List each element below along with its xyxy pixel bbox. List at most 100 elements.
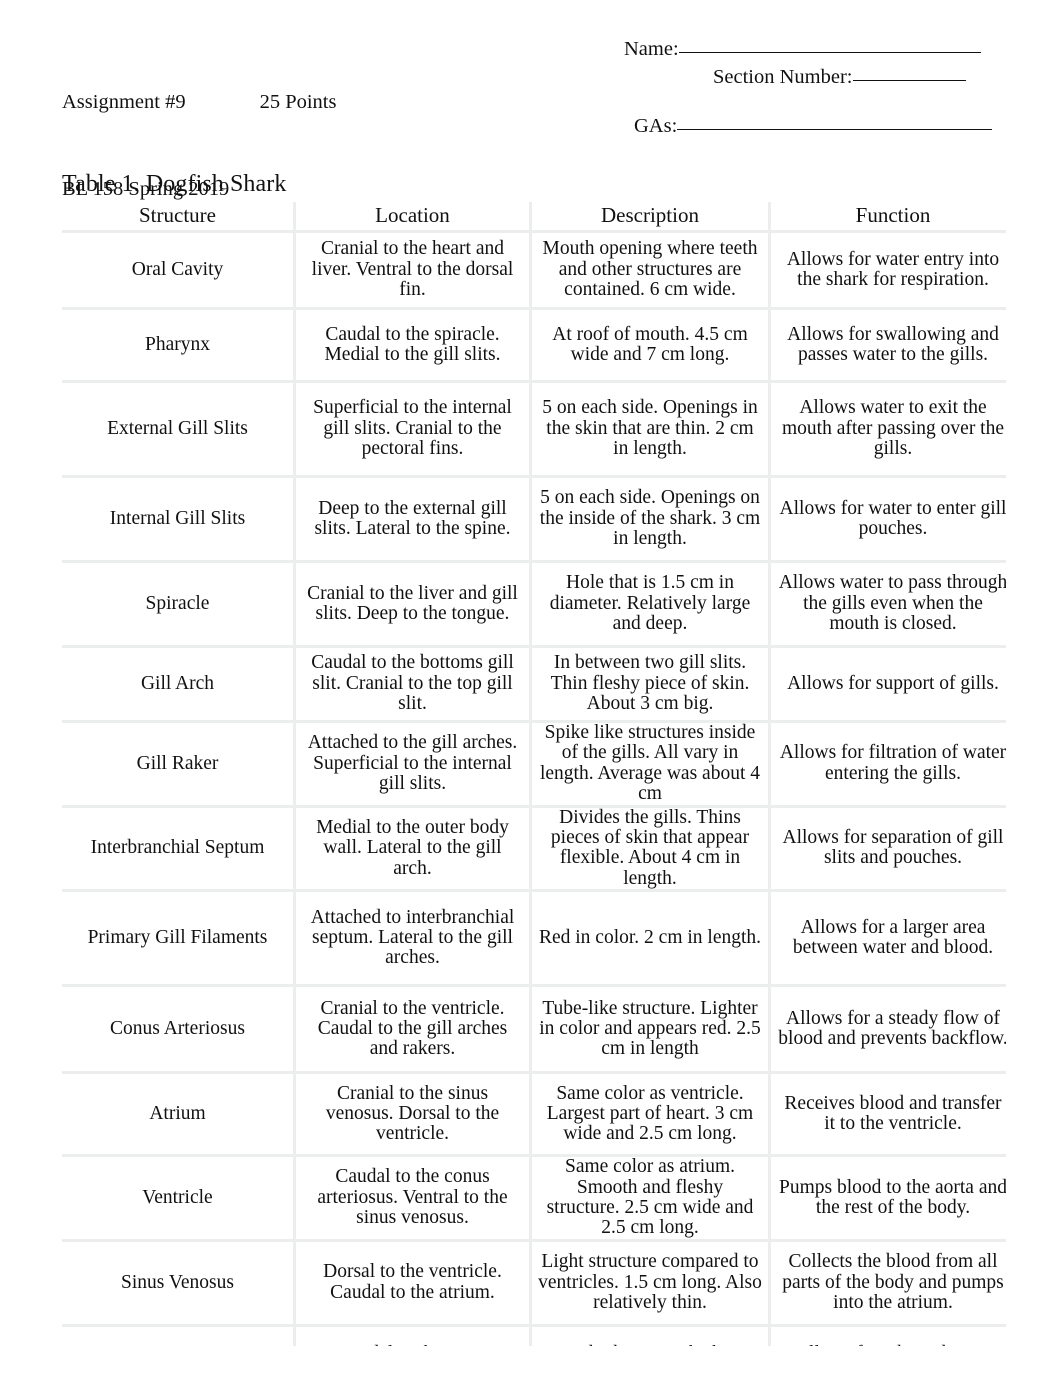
description-text: Same color as ventricle. Largest part of… [546,1082,754,1145]
location-text: Cranial to the sinus venosus. Dorsal to … [325,1082,500,1145]
cell-location: Caudal to the conus arteriosus. Ventral … [296,1157,529,1239]
cell-location: Dorsal to the ventricle. Caudal to the a… [296,1241,529,1324]
function-text: Pumps blood to the aorta and the rest of… [778,1176,1006,1219]
location-text: Caudal to the bottoms gill slit. Cranial… [311,652,514,715]
description-text: Divides the gills. Thins pieces of skin … [550,806,750,889]
section-number-input-rule[interactable] [852,80,966,81]
cell-function: Allows for a boundary to prevent water e… [771,1326,1006,1346]
cell-location: Caudal to the sinus venosus. Dorsal to t… [296,1326,529,1346]
document-page: Assignment #9 25 Points BL 158 Spring 201… [0,0,1062,1377]
cell-function: Allows water to exit the mouth after pas… [771,383,1006,475]
name-input-rule[interactable] [678,52,981,53]
gas-input-rule[interactable] [677,129,993,130]
description-text: Mouth opening where teeth and other stru… [542,238,758,301]
cell-structure: Interbranchial Septum [62,807,293,890]
cell-function: Receives blood and transfer it to the ve… [771,1074,1006,1155]
structure-text: Pharynx [145,333,210,355]
function-text: Allows for support of gills. [787,672,999,694]
function-text: Collects the blood from all parts of the… [782,1251,1004,1314]
cell-structure: Primary Gill Filaments [62,892,293,985]
assignment-label: Assignment #9 [62,91,186,113]
gas-field-group: GAs: [634,113,993,139]
points-label: 25 Points [259,91,337,113]
description-text: Hole that is 1.5 cm in diameter. Relativ… [549,572,751,635]
cell-structure: Gill Arch [62,648,293,720]
location-text: Superficial to the internal gill slits. … [313,397,512,460]
description-text: Divider between the heart and the body. [538,1344,762,1346]
dogfish-shark-table: Structure Location Description Function … [62,202,1006,1346]
cell-structure: Spiracle [62,563,293,645]
column-header-structure: Structure [62,202,293,230]
cell-function: Allows for a larger area between water a… [771,892,1006,985]
column-header-location: Location [296,202,529,230]
cell-function: Allows for swallowing and passes water t… [771,310,1006,380]
table-row: Conus Arteriosus Cranial to the ventricl… [62,987,1006,1072]
table-row: Gill Raker Attached to the gill arches. … [62,722,1006,805]
cell-function: Allows water to pass through the gills e… [771,563,1006,645]
cell-description: Light structure compared to ventricles. … [532,1241,768,1324]
table-body: Oral Cavity Cranial to the heart and liv… [62,233,1006,1346]
cell-function: Allows for filtration of water entering … [771,723,1006,805]
cell-function: Allows for a steady flow of blood and pr… [771,987,1006,1072]
location-text: Medial to the outer body wall. Lateral t… [316,816,509,879]
cell-description: In between two gill slits. Thin fleshy p… [532,648,768,720]
description-text: Light structure compared to ventricles. … [538,1251,762,1314]
function-text: Allows water to pass through the gills e… [778,572,1006,635]
cell-structure: Sinus Venosus [62,1241,293,1324]
function-text: Allows for water to enter gill pouches. [779,497,1006,539]
cell-structure: Internal Gill Slits [62,478,293,560]
cell-description: Same color as ventricle. Largest part of… [532,1074,768,1155]
location-text: Caudal to the spiracle. Medial to the gi… [324,323,501,365]
function-text: Allows for filtration of water entering … [779,742,1006,784]
column-header-description: Description [532,202,768,230]
description-text: Spike like structures inside of the gill… [539,722,761,805]
name-field-group: Name: [624,36,981,62]
cell-location: Cranial to the liver and gill slits. Dee… [296,563,529,645]
name-label: Name: [624,38,679,60]
cell-function: Allows for support of gills. [771,648,1006,720]
cell-structure: Ventricle [62,1157,293,1239]
structure-text: External Gill Slits [107,417,248,439]
assignment-line: Assignment #9 25 Points [62,88,336,117]
cell-description: Red in color. 2 cm in length. [532,892,768,985]
gas-label: GAs: [634,115,678,137]
cell-function: Allows for water entry into the shark fo… [771,233,1006,307]
function-text: Allows for water entry into the shark fo… [786,248,1000,290]
structure-text: Sinus Venosus [121,1271,234,1293]
cell-description: Divider between the heart and the body. [532,1326,768,1346]
cell-description: Divides the gills. Thins pieces of skin … [532,806,768,890]
document-header: Assignment #9 25 Points BL 158 Spring 201… [62,30,1002,200]
cell-location: Deep to the external gill slits. Lateral… [296,478,529,560]
cell-location: Caudal to the bottoms gill slit. Cranial… [296,648,529,720]
section-field-group: Section Number: [713,64,966,90]
structure-text: Internal Gill Slits [109,507,246,529]
description-text: At roof of mouth. 4.5 cm wide and 7 cm l… [552,323,748,365]
cell-description: Mouth opening where teeth and other stru… [532,233,768,307]
cell-description: 5 on each side. Openings on the inside o… [532,478,768,560]
column-header-function: Function [771,202,1006,230]
structure-text: Atrium [149,1103,206,1125]
table-row: Atrium Cranial to the sinus venosus. Dor… [62,1074,1006,1155]
function-text: Receives blood and transfer it to the ve… [784,1092,1002,1135]
cell-location: Superficial to the internal gill slits. … [296,383,529,475]
table-row: Gill Arch Caudal to the bottoms gill sli… [62,648,1006,720]
description-text: Tube-like structure. Lighter in color an… [539,997,761,1060]
table-viewport: Structure Location Description Function … [62,202,1006,1346]
structure-text: Gill Arch [140,672,215,694]
cell-description: Tube-like structure. Lighter in color an… [532,987,768,1072]
table-row: Oral Cavity Cranial to the heart and liv… [62,233,1006,307]
cell-description: Spike like structures inside of the gill… [532,722,768,805]
table-row: Internal Gill Slits Deep to the external… [62,478,1006,560]
location-text: Cranial to the ventricle. Caudal to the … [317,997,508,1060]
table-row: Primary Gill Filaments Attached to inter… [62,892,1006,985]
table-row: Sinus Venosus Dorsal to the ventricle. C… [62,1241,1006,1324]
location-text: Caudal to the conus arteriosus. Ventral … [317,1166,508,1229]
location-text: Attached to interbranchial septum. Later… [310,906,515,969]
table-header-row: Structure Location Description Function [62,202,1006,230]
table-row: Interbranchial Septum Medial to the oute… [62,806,1006,890]
location-text: Dorsal to the ventricle. Caudal to the a… [323,1261,502,1303]
table-row: Ventricle Caudal to the conus arteriosus… [62,1157,1006,1239]
cell-structure: Gill Raker [62,723,293,805]
function-text: Allows for separation of gill slits and … [782,827,1004,869]
structure-text: Gill Raker [136,752,219,774]
